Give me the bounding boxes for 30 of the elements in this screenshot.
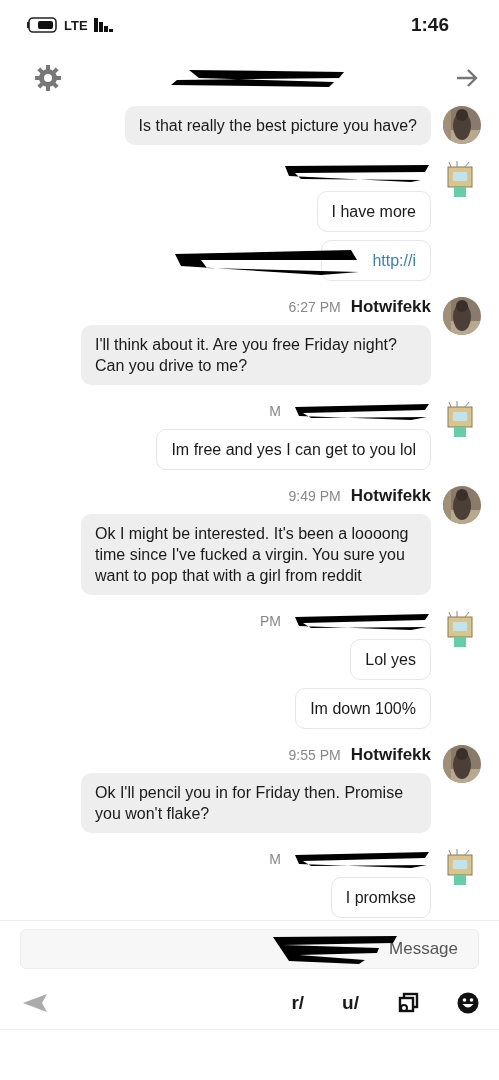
- status-time: 1:46: [410, 14, 449, 36]
- message-bubble: Is that really the best picture you have?: [124, 106, 431, 145]
- subreddit-button[interactable]: r/: [291, 992, 305, 1014]
- message-bubble: I have more: [316, 191, 431, 232]
- message-bubble: Im free and yes I can get to you lol: [156, 429, 431, 470]
- user-button[interactable]: u/: [342, 992, 359, 1014]
- message-time: M: [269, 403, 281, 419]
- network-label: LTE: [64, 17, 88, 33]
- message-bubble: I promkse: [330, 877, 431, 918]
- message-time: M: [269, 851, 281, 867]
- author-name[interactable]: Hotwifekk: [350, 486, 431, 506]
- message-time: 9:49 PM: [288, 488, 341, 504]
- battery-icon: [26, 17, 58, 33]
- settings-icon[interactable]: [34, 64, 62, 92]
- forward-arrow-icon[interactable]: [455, 67, 479, 89]
- message-bubble: Ok I might be interested. It's been a loooong time since I've fucked a virgin. You sure you want to pop that with a girl from reddit: [81, 514, 431, 595]
- author-name[interactable]: Hotwifekk: [350, 745, 431, 765]
- message-bubble: Ok I'll pencil you in for Friday then. Promise you won't flake?: [81, 773, 431, 833]
- author-name[interactable]: Hotwifekk: [350, 297, 431, 317]
- message-time: 6:27 PM: [288, 299, 341, 315]
- link-message-bubble[interactable]: http://i: [321, 240, 431, 281]
- signal-icon: [93, 18, 114, 32]
- emoji-icon[interactable]: [457, 992, 479, 1014]
- message-bubble: Lol yes: [350, 639, 431, 680]
- message-bubble: I'll think about it. Are you free Friday night? Can you drive to me?: [81, 325, 431, 385]
- message-time: 9:55 PM: [288, 747, 341, 763]
- message-time: PM: [260, 613, 281, 629]
- send-icon[interactable]: [22, 993, 48, 1013]
- message-bubble: Im down 100%: [295, 688, 431, 729]
- image-search-icon[interactable]: [397, 992, 419, 1014]
